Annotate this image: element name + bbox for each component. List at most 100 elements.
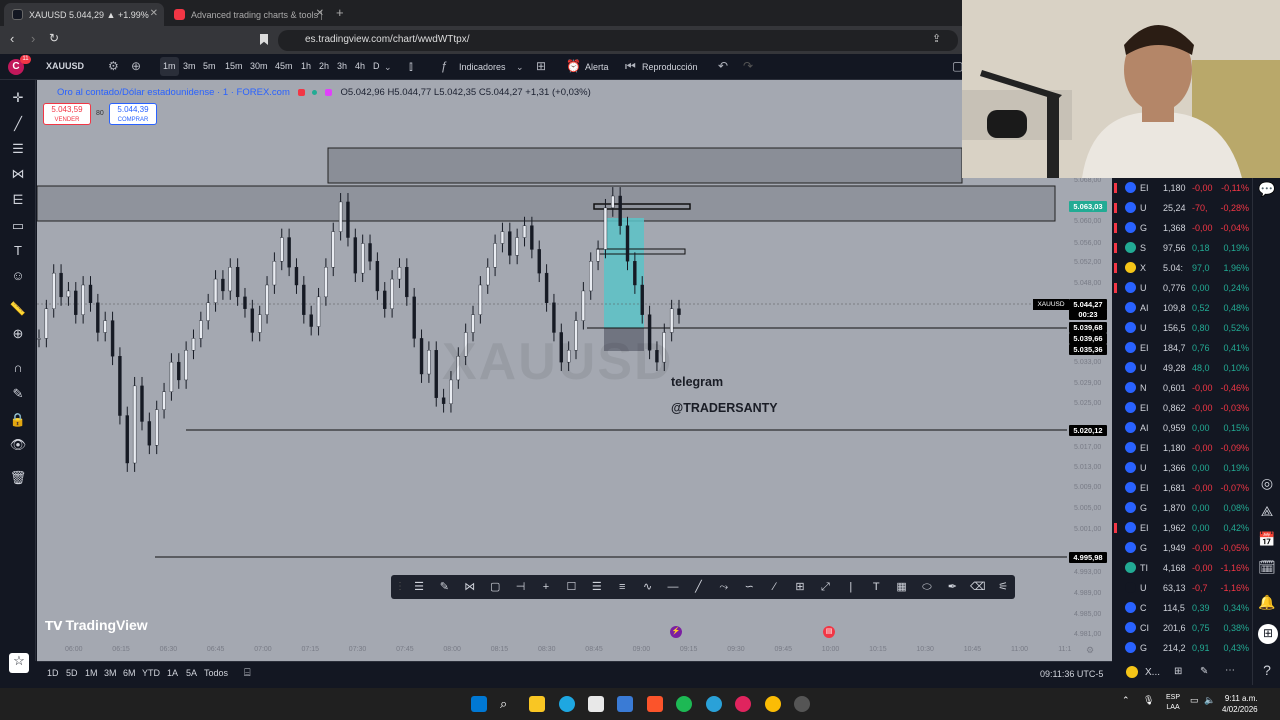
calendar-icon[interactable]: ⌸: [244, 667, 251, 680]
watchlist-row[interactable]: X 5.04: 97,0 1,96%: [1112, 258, 1252, 278]
back-icon[interactable]: ‹: [10, 31, 14, 46]
watchlist-row[interactable]: EI 1,681 -0,00 -0,07%: [1112, 478, 1252, 498]
indicators-button[interactable]: Indicadores: [459, 62, 506, 72]
watchlist-row[interactable]: EI 0,862 -0,00 -0,03%: [1112, 398, 1252, 418]
edit-icon[interactable]: ✎: [1200, 666, 1208, 677]
timeframe-30m[interactable]: 30m: [247, 57, 271, 76]
tab-advanced-charts[interactable]: Advanced trading charts & tools | Tra ✕: [166, 3, 330, 26]
watchlist-row[interactable]: AI 0,959 0,00 0,15%: [1112, 418, 1252, 438]
watchlist-row[interactable]: TI 4,168 -0,00 -1,16%: [1112, 558, 1252, 578]
range-1d[interactable]: 1D: [47, 668, 59, 678]
eye-icon[interactable]: 👁: [9, 437, 27, 453]
undo-icon[interactable]: ↶: [718, 59, 728, 73]
eraser-icon[interactable]: ⌫: [970, 580, 986, 594]
hline-icon[interactable]: ⊣: [513, 580, 529, 594]
reload-icon[interactable]: ↻: [49, 31, 59, 45]
text-icon[interactable]: T: [9, 243, 27, 259]
watchlist-row[interactable]: EI 1,180 -0,00 -0,09%: [1112, 438, 1252, 458]
redo-icon[interactable]: ↷: [743, 59, 753, 73]
new-tab-icon[interactable]: +: [336, 5, 344, 20]
watchlist-row[interactable]: U 156,5 0,80 0,52%: [1112, 318, 1252, 338]
layout-grid-icon[interactable]: ⊞: [536, 59, 546, 73]
mic-icon[interactable]: 🎙: [1143, 695, 1154, 706]
us-flag-event-icon[interactable]: ▤: [823, 626, 835, 638]
layers-icon[interactable]: [324, 88, 332, 96]
bell-icon[interactable]: 🔔: [1258, 593, 1276, 611]
brave-icon[interactable]: [647, 696, 663, 712]
range-todos[interactable]: Todos: [204, 668, 228, 678]
pipe-icon[interactable]: |: [843, 580, 859, 594]
pattern-icon[interactable]: ⋈: [9, 166, 27, 182]
watchlist-row[interactable]: G 214,2 0,91 0,43%: [1112, 638, 1252, 658]
crosshair-icon[interactable]: +: [538, 580, 554, 594]
watchlist-row[interactable]: G 1,368 -0,00 -0,04%: [1112, 218, 1252, 238]
ruler-icon[interactable]: 📏: [9, 301, 27, 317]
chrome-icon[interactable]: [765, 696, 781, 712]
timeframe-2h[interactable]: 2h: [316, 57, 332, 76]
magnet-icon[interactable]: ∩: [9, 360, 27, 376]
file-explorer-icon[interactable]: [529, 696, 545, 712]
timeframe-3m[interactable]: 3m: [180, 57, 199, 76]
windows-start-icon[interactable]: [471, 696, 487, 712]
text-icon[interactable]: T: [868, 580, 884, 594]
timeframe-D[interactable]: D: [370, 57, 383, 76]
flag-icon[interactable]: [297, 88, 305, 96]
watchlist-row[interactable]: S 97,56 0,18 0,19%: [1112, 238, 1252, 258]
indicators-icon[interactable]: ƒ: [441, 59, 448, 73]
telegram-icon[interactable]: [706, 696, 722, 712]
chat-icon[interactable]: 💬: [1258, 180, 1276, 198]
watchlist-row[interactable]: U 1,366 0,00 0,19%: [1112, 458, 1252, 478]
range-ytd[interactable]: YTD: [142, 668, 160, 678]
ruler-icon[interactable]: ⤢: [817, 580, 833, 594]
timeframe-5m[interactable]: 5m: [200, 57, 219, 76]
sell-button[interactable]: 5.043,59 VENDER: [43, 103, 91, 125]
store-icon[interactable]: [588, 696, 604, 712]
watchlist-row[interactable]: AI 109,8 0,52 0,48%: [1112, 298, 1252, 318]
close-tab-icon[interactable]: ✕: [316, 8, 324, 19]
watchlist-row[interactable]: EI 1,180 -0,00 -0,11%: [1112, 178, 1252, 198]
trend-line-icon[interactable]: ╱: [9, 116, 27, 132]
share-icon[interactable]: ⇪: [932, 32, 941, 45]
line-icon[interactable]: ╱: [690, 580, 706, 594]
search-icon[interactable]: ⌕: [500, 696, 516, 712]
tab-xauusd[interactable]: XAUUSD 5.044,29 ▲ +1.99% do ✕: [4, 3, 164, 26]
watchlist-row[interactable]: EI 1,962 0,00 0,42%: [1112, 518, 1252, 538]
favorites-star-icon[interactable]: ☆: [9, 653, 29, 673]
range-1a[interactable]: 1A: [167, 668, 178, 678]
url-text[interactable]: es.tradingview.com/chart/wwdWTtpx/: [305, 34, 470, 45]
watchlist-row[interactable]: U 25,24 -70, -0,28%: [1112, 198, 1252, 218]
minus-icon[interactable]: —: [665, 580, 681, 594]
symbol-search[interactable]: XAUUSD: [46, 61, 84, 71]
utc-clock[interactable]: 09:11:36 UTC-5: [1040, 669, 1103, 679]
chart-area[interactable]: XAUUSD Oro al contado/Dólar estadouniden…: [37, 80, 1112, 661]
frame-icon[interactable]: ⊞: [792, 580, 808, 594]
layout-icon[interactable]: ⊞: [1174, 666, 1182, 677]
forward-icon[interactable]: ›: [31, 31, 35, 46]
path-icon[interactable]: ⤳: [716, 580, 732, 594]
network-icon[interactable]: ▭: [1190, 695, 1199, 706]
highlighter-icon[interactable]: ⚟: [995, 580, 1011, 594]
symbol-settings-icon[interactable]: ⚙: [108, 59, 119, 73]
pencil-icon[interactable]: ✎: [436, 580, 452, 594]
lock-icon[interactable]: 🔒: [9, 412, 27, 428]
lines-icon[interactable]: ☰: [589, 580, 605, 594]
watchlist-row[interactable]: G 1,870 0,00 0,08%: [1112, 498, 1252, 518]
chevron-down-icon[interactable]: ⌄: [384, 62, 392, 73]
target-icon[interactable]: ◎: [1258, 474, 1276, 492]
event-icon[interactable]: ⚡: [670, 626, 682, 638]
language-indicator[interactable]: ESP LAA: [1166, 693, 1180, 713]
range-6m[interactable]: 6M: [123, 668, 136, 678]
watchlist-row[interactable]: G 1,949 -0,00 -0,05%: [1112, 538, 1252, 558]
list-icon[interactable]: ☰: [411, 580, 427, 594]
layers-icon[interactable]: ⟁: [1258, 502, 1276, 520]
zoom-icon[interactable]: ⊕: [9, 326, 27, 342]
watchlist-row[interactable]: C 114,5 0,39 0,34%: [1112, 598, 1252, 618]
replay-button[interactable]: Reproducción: [642, 62, 698, 72]
lines2-icon[interactable]: ≡: [614, 580, 630, 594]
close-tab-icon[interactable]: ✕: [150, 8, 158, 19]
timeframe-15m[interactable]: 15m: [222, 57, 246, 76]
volume-icon[interactable]: 🔈: [1204, 695, 1215, 706]
timeframe-45m[interactable]: 45m: [272, 57, 296, 76]
buy-button[interactable]: 5.044,39 COMPRAR: [109, 103, 157, 125]
watchlist-row[interactable]: U 63,13 -0,7 -1,16%: [1112, 578, 1252, 598]
